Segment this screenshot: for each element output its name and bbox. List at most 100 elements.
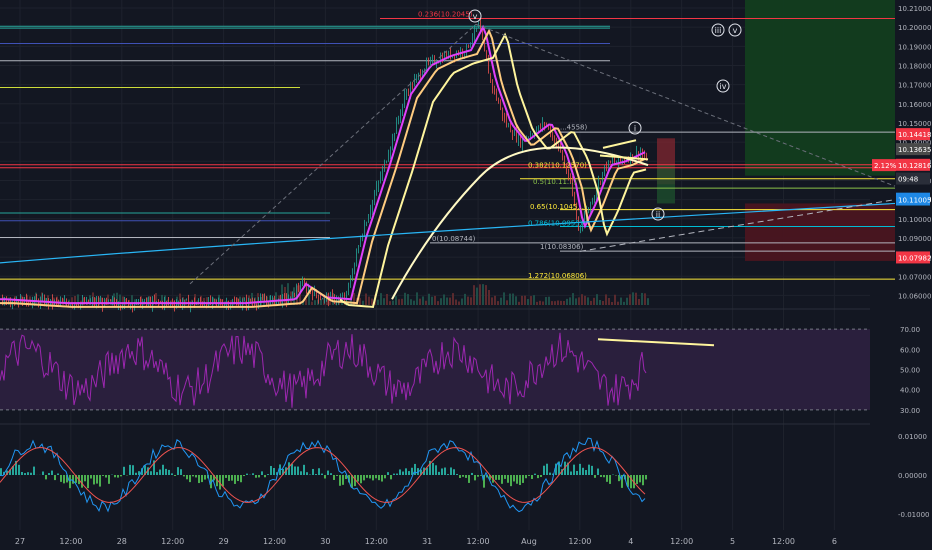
macd-hist-bar — [24, 473, 26, 475]
macd-hist-bar — [261, 471, 263, 475]
small-long-zone — [657, 165, 675, 204]
macd-hist-bar — [540, 475, 542, 477]
badge-text: 10.14418 — [898, 131, 931, 139]
fib-label: 0.65(10.1045...) — [530, 203, 587, 211]
macd-hist-bar — [48, 473, 50, 475]
macd-hist-bar — [330, 473, 332, 475]
volume-bar — [413, 300, 415, 305]
macd-hist-bar — [171, 473, 173, 475]
volume-bar — [500, 297, 502, 305]
macd-hist-bar — [435, 465, 437, 475]
volume-bar — [461, 298, 463, 305]
badge-text: 10.12816 — [898, 162, 932, 170]
volume-bar — [362, 300, 364, 305]
macd-hist-bar — [192, 475, 194, 477]
macd-hist-bar — [177, 467, 179, 475]
macd-hist-bar — [297, 466, 299, 475]
volume-bar — [533, 295, 535, 305]
volume-bar — [521, 295, 523, 305]
macd-hist-bar — [522, 475, 524, 483]
volume-bar — [386, 293, 388, 305]
macd-hist-bar — [54, 475, 56, 481]
time-tick: 12:00 — [263, 537, 286, 546]
volume-bar — [437, 301, 439, 305]
price-badge: 10.14418 — [896, 128, 931, 141]
volume-bar — [383, 298, 385, 305]
macd-hist-bar — [456, 473, 458, 475]
badge-text: 10.07982 — [898, 254, 931, 262]
volume-bar — [497, 301, 499, 305]
macd-hist-bar — [312, 468, 314, 475]
macd-hist-bar — [18, 464, 20, 475]
wave-label-text: iii — [715, 26, 722, 35]
macd-hist-bar — [255, 475, 257, 478]
macd-hist-bar — [579, 463, 581, 475]
macd-hist-bar — [99, 475, 101, 487]
macd-hist-bar — [174, 475, 176, 476]
macd-hist-bar — [504, 475, 506, 479]
macd-hist-bar — [342, 475, 344, 485]
macd-hist-bar — [165, 468, 167, 475]
price-tick: 10.10000 — [898, 216, 931, 224]
macd-hist-bar — [123, 466, 125, 475]
macd-hist-bar — [438, 471, 440, 475]
time-tick: 12:00 — [772, 537, 795, 546]
volume-bar — [527, 299, 529, 305]
volume-bar — [368, 296, 370, 305]
macd-tick: 0.01000 — [898, 433, 927, 441]
macd-hist-bar — [264, 475, 266, 478]
macd-hist-bar — [132, 465, 134, 475]
macd-hist-bar — [585, 470, 587, 475]
volume-bar — [494, 295, 496, 305]
macd-hist-bar — [525, 475, 527, 479]
time-tick: 12:00 — [670, 537, 693, 546]
trading-chart[interactable]: viii viviii 0.236(10.2045)0.382(10.12570)… — [0, 0, 932, 550]
volume-bar — [482, 284, 484, 305]
time-tick: 12:00 — [467, 537, 490, 546]
macd-hist-bar — [609, 475, 611, 484]
volume-bar — [311, 301, 313, 305]
macd-hist-bar — [87, 475, 89, 489]
volume-bar — [407, 294, 409, 305]
volume-bar — [476, 287, 478, 305]
macd-hist-bar — [315, 474, 317, 475]
volume-bar — [479, 284, 481, 305]
volume-bar — [584, 295, 586, 305]
macd-hist-bar — [399, 469, 401, 475]
macd-hist-bar — [414, 463, 416, 475]
volume-bar — [512, 293, 514, 305]
volume-bar — [539, 300, 541, 305]
fib-label: 1(10.08306) — [540, 243, 584, 251]
volume-bar — [449, 297, 451, 305]
volume-bar — [629, 294, 631, 305]
macd-hist-bar — [120, 475, 122, 477]
volume-bar — [524, 295, 526, 305]
long-profit-zone — [745, 0, 895, 176]
rsi-tick: 50.00 — [900, 367, 920, 375]
macd-tick: -0.01000 — [898, 511, 929, 519]
macd-hist-bar — [576, 471, 578, 475]
time-tick: 27 — [15, 537, 25, 546]
volume-bar — [443, 294, 445, 305]
price-badge: 10.13635 — [896, 143, 931, 156]
macd-hist-bar — [27, 472, 29, 475]
volume-bar — [380, 293, 382, 305]
price-badge: 09:48 — [896, 172, 930, 185]
volume-bar — [491, 297, 493, 305]
macd-hist-bar — [117, 475, 119, 478]
volume-bar — [587, 297, 589, 305]
price-tick: 10.21000 — [898, 5, 931, 13]
macd-hist-bar — [597, 468, 599, 475]
volume-bar — [551, 301, 553, 305]
volume-bar — [455, 299, 457, 305]
macd-hist-bar — [21, 471, 23, 475]
macd-hist-bar — [105, 475, 107, 478]
macd-hist-bar — [453, 469, 455, 475]
macd-hist-bar — [369, 475, 371, 479]
volume-bar — [410, 299, 412, 305]
macd-hist-bar — [333, 475, 335, 480]
volume-bar — [626, 297, 628, 305]
volume-bar — [515, 296, 517, 305]
volume-bar — [548, 296, 550, 305]
macd-hist-bar — [222, 475, 224, 487]
